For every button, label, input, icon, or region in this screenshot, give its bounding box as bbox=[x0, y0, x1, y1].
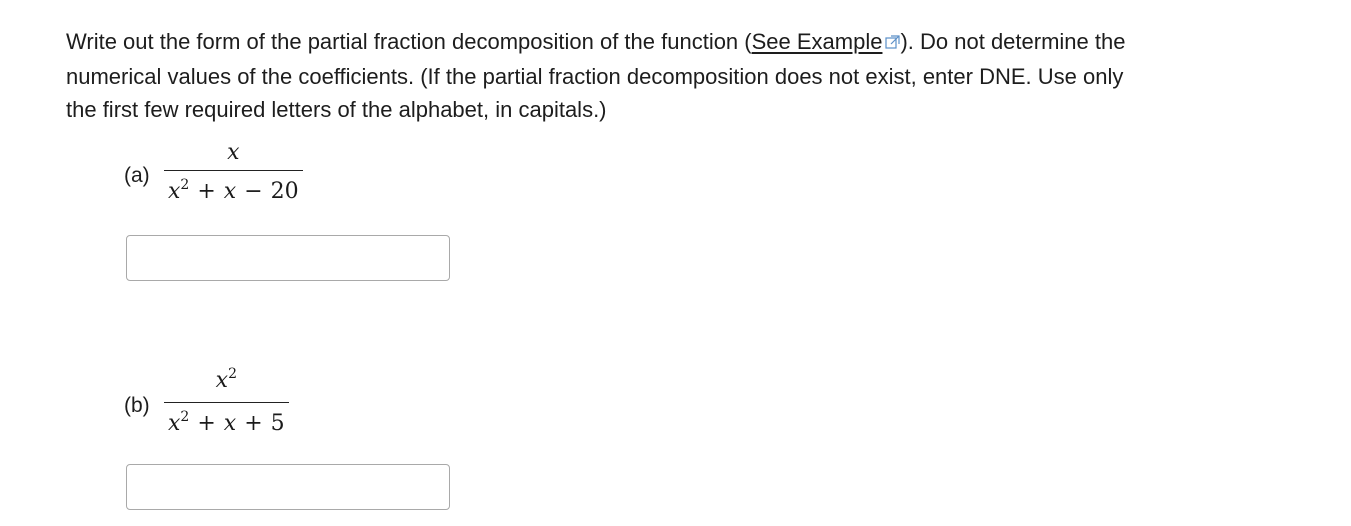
question-instructions: Write out the form of the partial fracti… bbox=[66, 25, 1126, 127]
part-a-answer-input[interactable] bbox=[126, 235, 450, 281]
instructions-text-start: Write out the form of the partial fracti… bbox=[66, 29, 752, 54]
part-b-numerator: x2 bbox=[215, 366, 237, 393]
part-a-numerator: x bbox=[227, 140, 240, 165]
external-link-icon[interactable] bbox=[885, 26, 901, 60]
part-b-label: (b) bbox=[124, 394, 150, 417]
part-a-label: (a) bbox=[124, 164, 150, 187]
part-b-fraction: x2 x2 + x +5 bbox=[164, 366, 289, 436]
part-a-fraction: x x2 + x −20 bbox=[164, 140, 303, 204]
part-b-denominator: x2 + x +5 bbox=[168, 409, 285, 436]
see-example-link[interactable]: See Example bbox=[752, 29, 883, 54]
part-a-denominator: x2 + x −20 bbox=[168, 177, 299, 204]
part-b-answer-input[interactable] bbox=[126, 464, 450, 510]
